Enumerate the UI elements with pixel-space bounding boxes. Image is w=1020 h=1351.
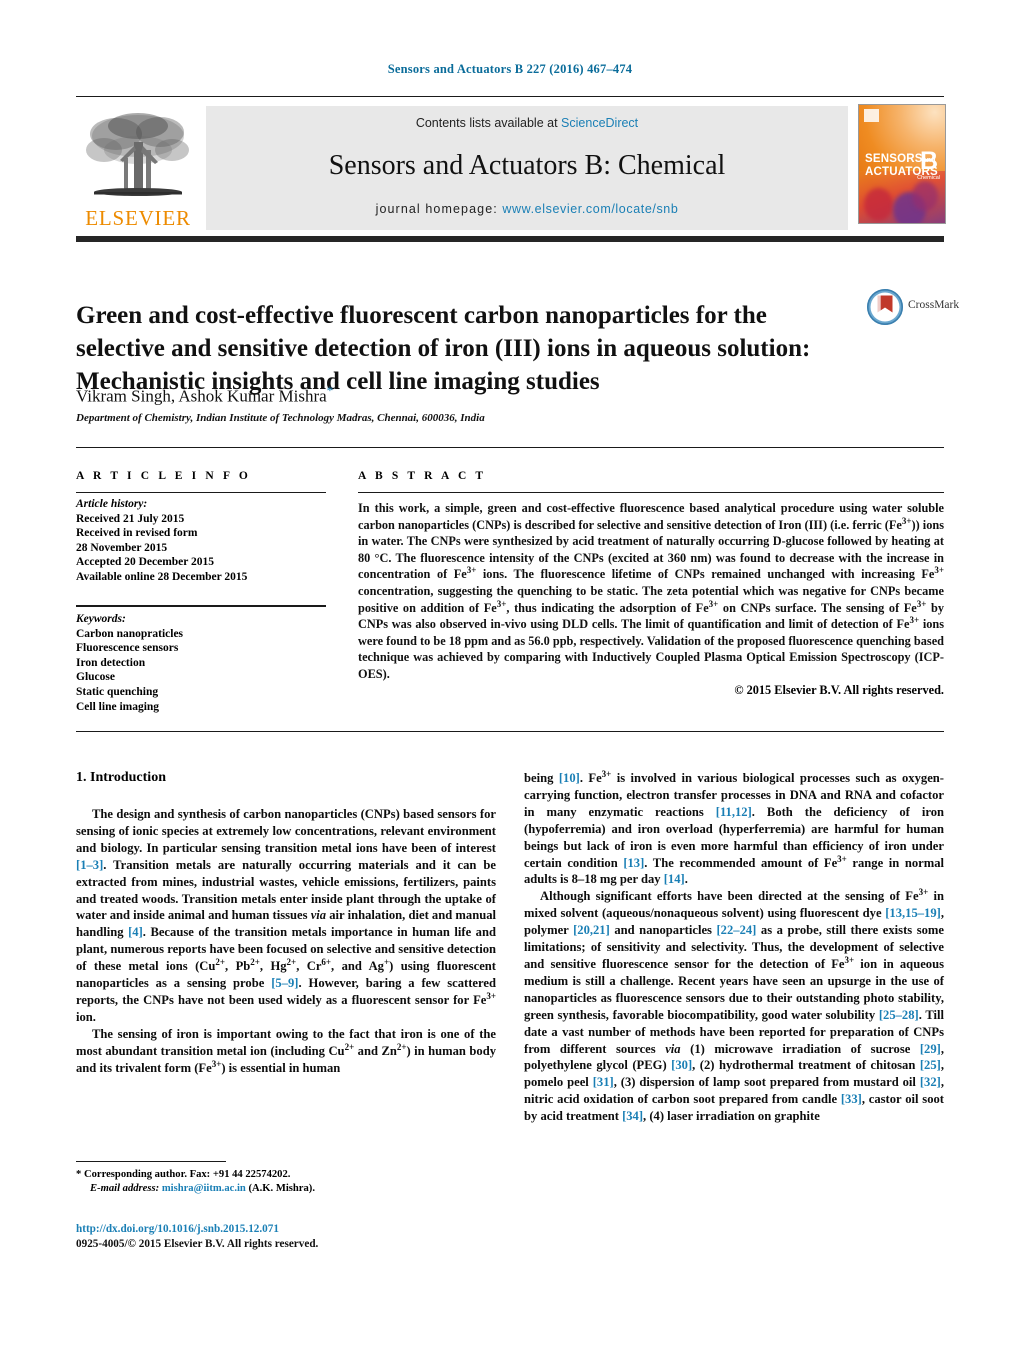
running-head: Sensors and Actuators B 227 (2016) 467–4…: [387, 62, 633, 76]
abstract-rule: [358, 492, 944, 493]
email-link[interactable]: mishra@iitm.ac.in: [162, 1183, 246, 1194]
author-list: Vikram Singh, Ashok Kumar Mishra*: [76, 383, 836, 407]
abstract-part: ions. The fluorescence lifetime of CNPs …: [476, 567, 935, 582]
crossmark-badge[interactable]: CrossMark: [866, 288, 960, 330]
abstract-sup: 3+: [934, 565, 944, 576]
keyword-item: Fluorescence sensors: [76, 642, 179, 655]
keyword-item: Cell line imaging: [76, 700, 160, 713]
crossmark-icon: [866, 288, 904, 326]
info-bottom-rule: [76, 731, 944, 732]
header-thick-bar: [76, 236, 944, 242]
journal-title: Sensors and Actuators B: Chemical: [328, 150, 726, 181]
history-item: Received in revised form: [76, 527, 198, 540]
doi-link[interactable]: http://dx.doi.org/10.1016/j.snb.2015.12.…: [76, 1222, 496, 1237]
corresponding-author-marker: *: [326, 383, 334, 398]
keyword-item: Iron detection: [76, 656, 146, 669]
info-top-rule: [76, 447, 944, 448]
abstract-sup: 3+: [496, 598, 507, 609]
footnote-block: * Corresponding author. Fax: +91 44 2257…: [76, 1168, 496, 1195]
email-suffix: (A.K. Mishra).: [248, 1182, 315, 1194]
cover-subtitle: Chemical: [917, 175, 940, 181]
keywords-block: Keywords: Carbon nanopraticles Fluoresce…: [76, 612, 336, 714]
cover-blob-red: [864, 187, 894, 221]
history-item: Accepted 20 December 2015: [76, 556, 215, 569]
elsevier-logo: ELSEVIER: [76, 106, 200, 232]
journal-homepage-line: journal homepage: www.elsevier.com/locat…: [206, 202, 848, 216]
keyword-item: Static quenching: [76, 685, 159, 698]
article-history-block: Article history: Received 21 July 2015 R…: [76, 497, 336, 585]
abstract-part: on CNPs surface. The sensing of Fe: [718, 600, 917, 615]
contents-prefix: Contents lists available at: [415, 116, 558, 130]
article-info-heading: A R T I C L E I N F O: [76, 470, 251, 482]
cover-sensors-text: SENSORS: [865, 153, 923, 165]
section-heading-introduction: 1. Introduction: [76, 770, 166, 785]
email-line: E-mail address: mishra@iitm.ac.in (A.K. …: [76, 1182, 496, 1196]
body-column-right: being [10]. Fe3+ is involved in various …: [524, 768, 944, 1125]
header-top-rule: [76, 96, 944, 97]
cover-blob-magenta: [912, 180, 939, 212]
paragraph: The sensing of iron is important owing t…: [76, 1026, 497, 1075]
abstract-part: In this work, a simple, green and cost-e…: [358, 501, 944, 532]
corresponding-author-note: * Corresponding author. Fax: +91 44 2257…: [76, 1169, 291, 1180]
abstract-part: , thus indicating the adsorption of Fe: [506, 600, 709, 615]
journal-banner: Contents lists available at ScienceDirec…: [206, 106, 848, 230]
elsevier-wordmark: ELSEVIER: [85, 206, 191, 230]
abstract-sup: 3+: [708, 598, 719, 609]
affiliation: Department of Chemistry, Indian Institut…: [76, 412, 485, 424]
footnote-rule: [76, 1161, 226, 1162]
abstract-sup: 3+: [466, 565, 477, 576]
history-item: 28 November 2015: [76, 541, 168, 554]
article-info-rule: [76, 492, 326, 493]
authors-names: Vikram Singh, Ashok Kumar Mishra: [76, 386, 327, 406]
abstract-sup: 3+: [901, 515, 912, 526]
paragraph: being [10]. Fe3+ is involved in various …: [524, 768, 944, 887]
crossmark-label: CrossMark: [908, 299, 960, 311]
abstract-copyright: © 2015 Elsevier B.V. All rights reserved…: [734, 683, 944, 697]
keyword-item: Glucose: [76, 671, 115, 684]
abstract-sup: 3+: [909, 615, 920, 626]
paragraph: The design and synthesis of carbon nanop…: [76, 807, 497, 1024]
cover-volume-letter: B: [919, 147, 938, 175]
abstract-text: In this work, a simple, green and cost-e…: [358, 500, 944, 683]
abstract-heading: A B S T R A C T: [358, 470, 487, 482]
contents-available-line: Contents lists available at ScienceDirec…: [206, 116, 848, 130]
keywords-label: Keywords:: [76, 613, 126, 625]
article-history-label: Article history:: [76, 498, 148, 510]
issn-copyright-line: 0925-4005/© 2015 Elsevier B.V. All right…: [76, 1238, 319, 1250]
paper-page: Sensors and Actuators B 227 (2016) 467–4…: [0, 0, 1020, 1351]
history-item: Available online 28 December 2015: [76, 570, 248, 583]
journal-header: ELSEVIER Contents lists available at Sci…: [76, 104, 946, 232]
homepage-url-link[interactable]: www.elsevier.com/locate/snb: [502, 202, 678, 216]
email-label: E-mail address:: [90, 1182, 160, 1194]
journal-cover-thumbnail: SENSORSand ACTUATORS B Chemical: [858, 104, 946, 224]
paragraph: Although significant efforts have been d…: [524, 887, 944, 1124]
homepage-label: journal homepage:: [375, 202, 498, 216]
keywords-rule: [76, 605, 326, 607]
keyword-item: Carbon nanopraticles: [76, 627, 184, 640]
abstract-sup: 3+: [916, 598, 927, 609]
history-item: Received 21 July 2015: [76, 512, 185, 525]
sciencedirect-link[interactable]: ScienceDirect: [561, 116, 638, 130]
body-column-left: 1. Introduction The design and synthesis…: [76, 770, 496, 1077]
cover-elsevier-mark-icon: [864, 109, 879, 122]
